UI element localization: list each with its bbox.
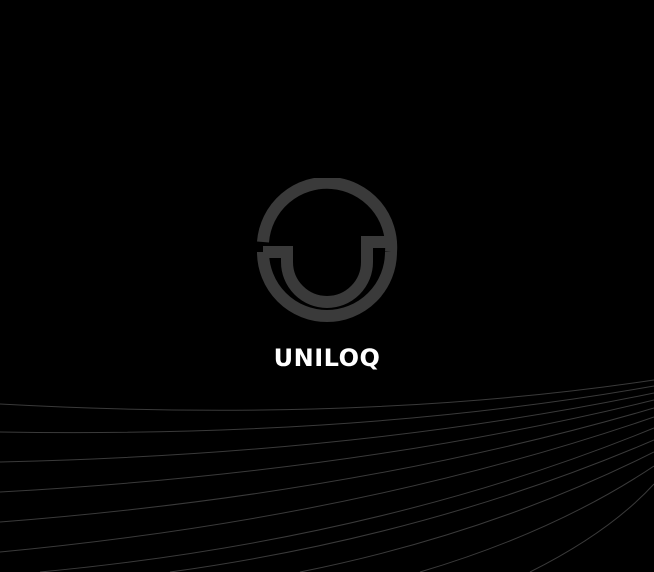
uniloq-logo-icon xyxy=(257,178,398,322)
brand-name: UNILOQ xyxy=(273,344,381,372)
splash-screen: UNILOQ xyxy=(0,0,654,572)
